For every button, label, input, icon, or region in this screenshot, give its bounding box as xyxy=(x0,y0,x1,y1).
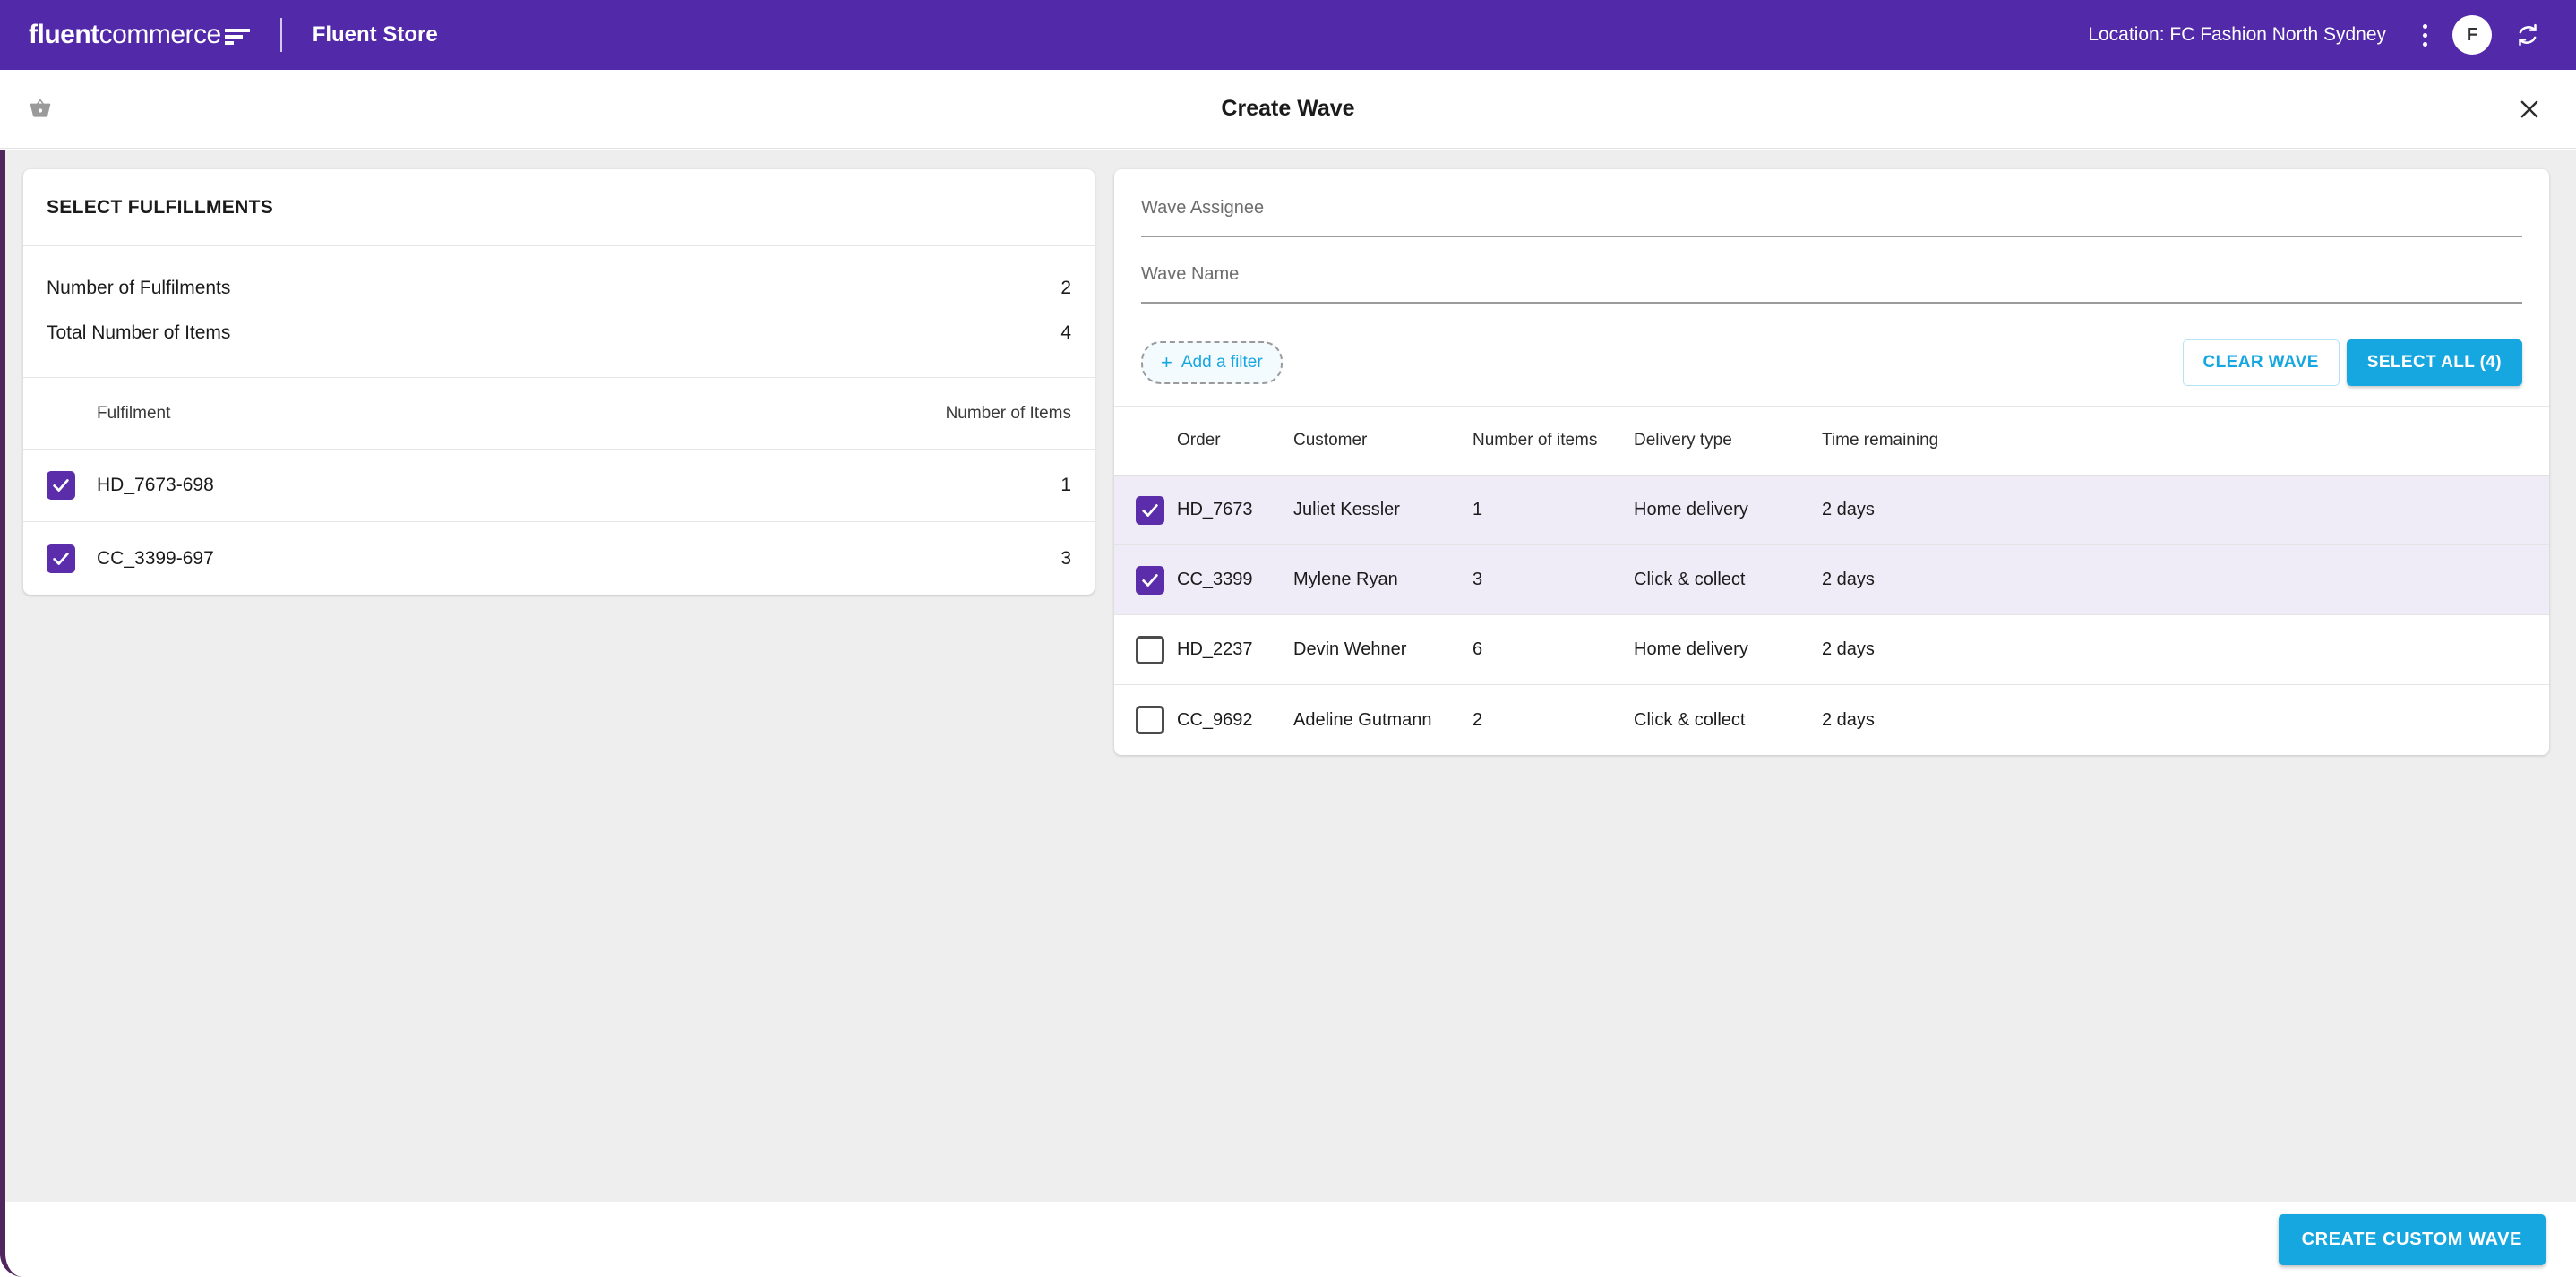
wave-assignee-label: Wave Assignee xyxy=(1141,198,1265,218)
add-filter-label: Add a filter xyxy=(1181,353,1263,372)
wave-action-row: + Add a filter CLEAR WAVE SELECT ALL (4) xyxy=(1114,330,2549,406)
order-id: CC_9692 xyxy=(1177,709,1253,730)
order-checkbox[interactable] xyxy=(1136,495,1164,525)
column-header-customer: Customer xyxy=(1293,431,1368,450)
wave-assignee-field-group: Wave Assignee xyxy=(1141,198,2522,237)
time-remaining: 2 days xyxy=(1822,709,1875,730)
wave-button-group: CLEAR WAVE SELECT ALL (4) xyxy=(2182,339,2522,386)
fulfilment-checkbox[interactable] xyxy=(47,544,75,573)
summary-row: Number of Fulfilments 2 xyxy=(47,266,1071,311)
summary-value: 4 xyxy=(1060,322,1071,343)
select-fulfillments-panel: SELECT FULFILLMENTS Number of Fulfilment… xyxy=(23,169,1095,595)
row-checkbox-cell xyxy=(1136,495,1177,525)
order-id: HD_2237 xyxy=(1177,639,1253,659)
fulfillment-table-header: Fulfilment Number of Items xyxy=(23,378,1095,450)
page-subheader: Create Wave xyxy=(0,70,2576,149)
page-title: Create Wave xyxy=(1221,96,1355,121)
row-checkbox-cell xyxy=(1136,565,1177,595)
close-icon[interactable] xyxy=(2510,90,2549,129)
top-bar-right-group: Location: FC Fashion North Sydney F xyxy=(2088,15,2544,55)
wave-assignee-input[interactable] xyxy=(1141,228,2522,237)
time-remaining: 2 days xyxy=(1822,639,1875,659)
order-checkbox[interactable] xyxy=(1136,706,1164,734)
table-row[interactable]: CC_3399-697 3 xyxy=(23,522,1095,595)
kebab-menu-icon[interactable] xyxy=(2409,15,2440,55)
plus-icon: + xyxy=(1161,351,1172,373)
wave-form: Wave Assignee Wave Name xyxy=(1114,169,2549,304)
three-bars-icon xyxy=(224,25,250,45)
orders-table-header: Order Customer Number of items Delivery … xyxy=(1114,406,2549,476)
wave-name-field-group: Wave Name xyxy=(1141,264,2522,304)
wave-name-label: Wave Name xyxy=(1141,264,1240,284)
row-checkbox-cell xyxy=(47,544,97,573)
table-row[interactable]: HD_7673-698 1 xyxy=(23,450,1095,522)
customer-name: Adeline Gutmann xyxy=(1293,709,1432,730)
fulfilment-checkbox[interactable] xyxy=(47,471,75,500)
row-checkbox-cell xyxy=(1136,706,1177,734)
fulfilment-item-count: 1 xyxy=(1060,475,1071,495)
order-item-count: 2 xyxy=(1473,709,1483,730)
order-checkbox[interactable] xyxy=(1136,565,1164,595)
shopping-basket-icon[interactable] xyxy=(22,91,58,127)
column-header-delivery-type: Delivery type xyxy=(1634,431,1732,450)
table-row[interactable]: HD_2237 Devin Wehner 6 Home delivery 2 d… xyxy=(1114,615,2549,685)
order-id: HD_7673 xyxy=(1177,500,1253,519)
summary-row: Total Number of Items 4 xyxy=(47,311,1071,356)
column-header-number-of-items: Number of Items xyxy=(945,403,1071,423)
bottom-action-bar: CREATE CUSTOM WAVE xyxy=(0,1202,2576,1277)
delivery-type: Click & collect xyxy=(1634,570,1746,589)
brand-logo[interactable]: fluentcommerce xyxy=(29,0,250,70)
app-name: Fluent Store xyxy=(312,22,438,47)
order-id: CC_3399 xyxy=(1177,570,1253,589)
delivery-type: Home delivery xyxy=(1634,639,1748,659)
order-item-count: 1 xyxy=(1473,500,1483,519)
delivery-type: Click & collect xyxy=(1634,709,1746,730)
clear-wave-button[interactable]: CLEAR WAVE xyxy=(2182,339,2340,386)
fulfilment-item-count: 3 xyxy=(1060,547,1071,569)
customer-name: Juliet Kessler xyxy=(1293,500,1400,519)
top-navigation-bar: fluentcommerce Fluent Store Location: FC… xyxy=(0,0,2576,70)
row-checkbox-cell xyxy=(47,471,97,500)
logo-text-regular: commerce xyxy=(99,20,222,49)
fulfilment-id: HD_7673-698 xyxy=(97,475,214,495)
table-row[interactable]: HD_7673 Juliet Kessler 1 Home delivery 2… xyxy=(1114,476,2549,545)
wave-name-input[interactable] xyxy=(1141,295,2522,304)
avatar[interactable]: F xyxy=(2452,15,2492,55)
select-all-button[interactable]: SELECT ALL (4) xyxy=(2346,339,2522,386)
brand-divider xyxy=(279,18,282,52)
wave-details-panel: Wave Assignee Wave Name + Add a filter C… xyxy=(1114,169,2549,755)
time-remaining: 2 days xyxy=(1822,500,1875,519)
order-checkbox[interactable] xyxy=(1136,635,1164,664)
logo-text-bold: fluent xyxy=(29,20,99,49)
customer-name: Mylene Ryan xyxy=(1293,570,1398,589)
fulfilment-id: CC_3399-697 xyxy=(97,547,214,569)
customer-name: Devin Wehner xyxy=(1293,639,1407,659)
fulfillment-summary: Number of Fulfilments 2 Total Number of … xyxy=(23,246,1095,378)
order-item-count: 6 xyxy=(1473,639,1483,659)
summary-value: 2 xyxy=(1060,278,1071,298)
order-item-count: 3 xyxy=(1473,570,1483,589)
column-header-number-of-items: Number of items xyxy=(1473,431,1598,450)
row-checkbox-cell xyxy=(1136,635,1177,664)
column-header-order: Order xyxy=(1177,431,1221,450)
select-fulfillments-title: SELECT FULFILLMENTS xyxy=(23,169,1095,246)
add-filter-button[interactable]: + Add a filter xyxy=(1141,341,1283,384)
location-label: Location: FC Fashion North Sydney xyxy=(2088,24,2386,45)
main-content-area: SELECT FULFILLMENTS Number of Fulfilment… xyxy=(0,150,2576,1202)
summary-label: Number of Fulfilments xyxy=(47,278,231,298)
table-row[interactable]: CC_3399 Mylene Ryan 3 Click & collect 2 … xyxy=(1114,545,2549,615)
summary-label: Total Number of Items xyxy=(47,322,231,343)
sync-icon[interactable] xyxy=(2512,19,2544,51)
column-header-fulfilment: Fulfilment xyxy=(97,403,171,423)
column-header-time-remaining: Time remaining xyxy=(1822,431,1939,450)
table-row[interactable]: CC_9692 Adeline Gutmann 2 Click & collec… xyxy=(1114,685,2549,755)
create-custom-wave-button[interactable]: CREATE CUSTOM WAVE xyxy=(2278,1213,2546,1265)
delivery-type: Home delivery xyxy=(1634,500,1748,519)
app-root: fluentcommerce Fluent Store Location: FC… xyxy=(0,0,2576,1277)
time-remaining: 2 days xyxy=(1822,570,1875,589)
logo-wordmark: fluentcommerce xyxy=(29,21,250,48)
